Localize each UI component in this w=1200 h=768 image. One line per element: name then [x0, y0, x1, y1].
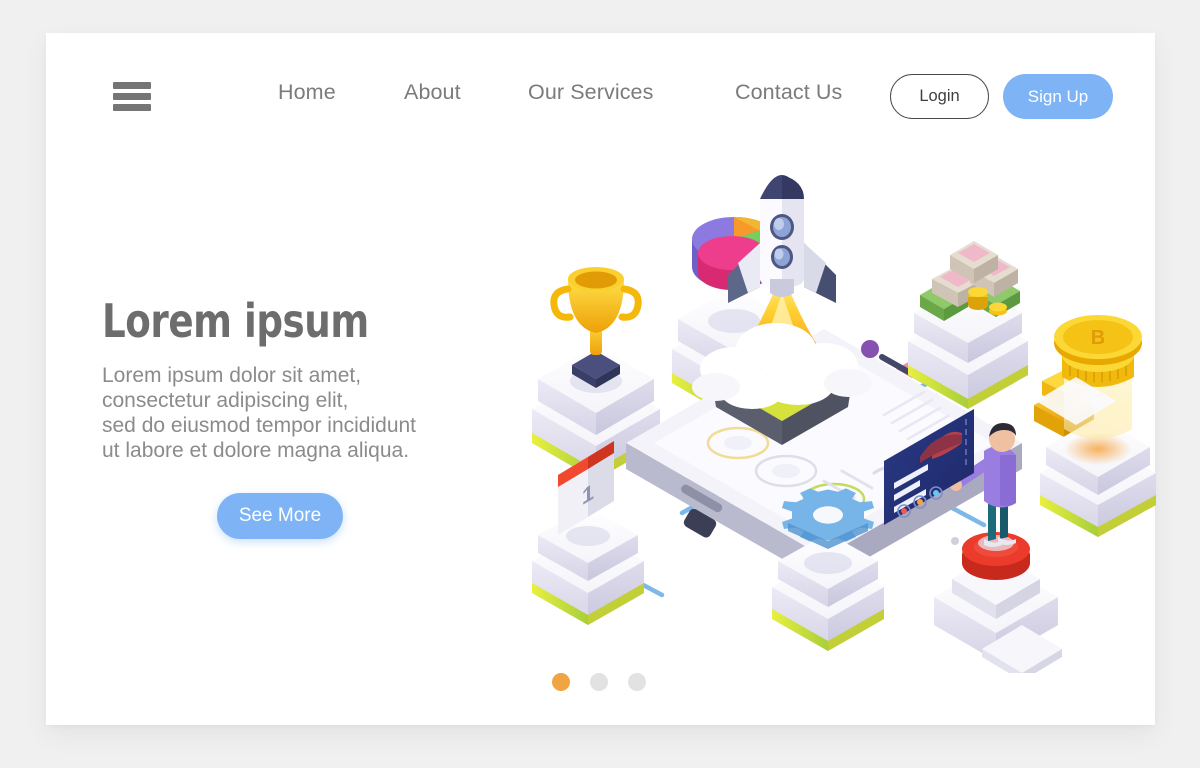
hamburger-bar: [113, 93, 151, 100]
bitcoin-jar-icon: B: [1054, 315, 1142, 439]
hero-illustration: 1 B: [476, 143, 1176, 673]
hamburger-bar: [113, 82, 151, 89]
carousel-dots: [552, 673, 646, 691]
carousel-dot-active[interactable]: [552, 673, 570, 691]
hamburger-bar: [113, 104, 151, 111]
analyst-with-dashboard: [884, 409, 1058, 661]
bitcoin-symbol: B: [1091, 327, 1105, 349]
screenshot-root: Home About Our Services Contact Us Login…: [0, 0, 1200, 768]
carousel-dot[interactable]: [590, 673, 608, 691]
nav-link-our-services[interactable]: Our Services: [528, 80, 653, 105]
carousel-dot[interactable]: [628, 673, 646, 691]
landing-page-card: Home About Our Services Contact Us Login…: [46, 33, 1160, 725]
login-button[interactable]: Login: [890, 74, 989, 119]
signup-button[interactable]: Sign Up: [1003, 74, 1113, 119]
nav-link-about[interactable]: About: [404, 80, 461, 105]
nav-link-contact-us[interactable]: Contact Us: [735, 80, 842, 105]
hamburger-menu-icon[interactable]: [113, 82, 151, 111]
page-title: Lorem ipsum: [102, 294, 369, 348]
hero-text-block: Lorem ipsum Lorem ipsum dolor sit amet, …: [102, 298, 532, 539]
navbar: Home About Our Services Contact Us Login…: [46, 33, 1155, 161]
nav-link-home[interactable]: Home: [278, 80, 336, 105]
see-more-button[interactable]: See More: [217, 493, 343, 539]
hero-subtitle: Lorem ipsum dolor sit amet, consectetur …: [102, 364, 417, 462]
